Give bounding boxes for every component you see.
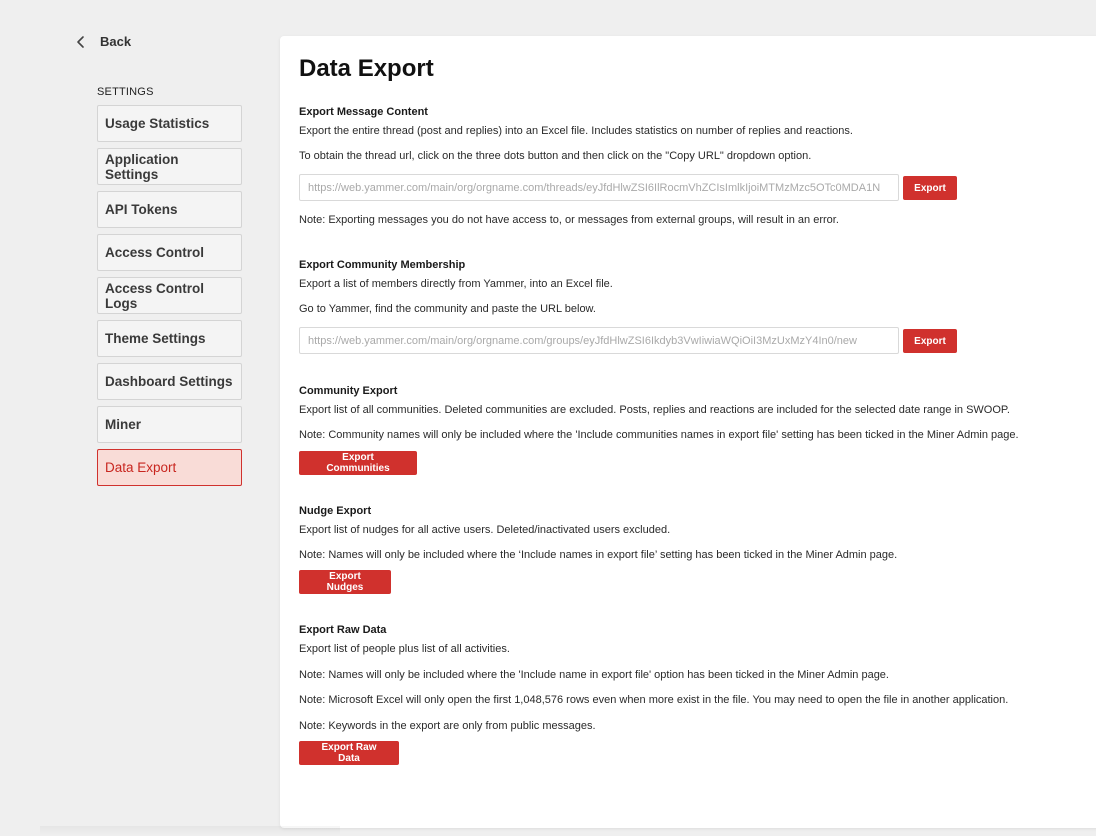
message-content-description: Export the entire thread (post and repli…: [299, 125, 853, 137]
raw-data-description: Export list of people plus list of all a…: [299, 643, 510, 655]
sidebar-item-theme-settings[interactable]: Theme Settings: [97, 320, 242, 357]
community-export-title: Community Export: [299, 385, 398, 397]
message-content-title: Export Message Content: [299, 106, 428, 118]
bottom-shadow: [40, 826, 340, 836]
sidebar-item-api-tokens[interactable]: API Tokens: [97, 191, 242, 228]
community-membership-instruction: Go to Yammer, find the community and pas…: [299, 303, 596, 315]
community-export-description: Export list of all communities. Deleted …: [299, 404, 1010, 416]
raw-data-title: Export Raw Data: [299, 624, 387, 636]
back-link[interactable]: Back: [76, 34, 131, 49]
sidebar-item-miner[interactable]: Miner: [97, 406, 242, 443]
export-communities-button[interactable]: Export Communities: [299, 451, 417, 475]
export-raw-data-button[interactable]: Export Raw Data: [299, 741, 399, 765]
raw-data-note-names: Note: Names will only be included where …: [299, 669, 889, 681]
sidebar-item-usage-statistics[interactable]: Usage Statistics: [97, 105, 242, 142]
message-content-note: Note: Exporting messages you do not have…: [299, 214, 839, 226]
export-message-button[interactable]: Export: [903, 176, 957, 200]
nudge-export-title: Nudge Export: [299, 505, 372, 517]
sidebar-item-dashboard-settings[interactable]: Dashboard Settings: [97, 363, 242, 400]
sidebar-item-data-export[interactable]: Data Export: [97, 449, 242, 486]
sidebar-item-access-control-logs[interactable]: Access Control Logs: [97, 277, 242, 314]
chevron-left-icon: [77, 35, 84, 48]
nudge-export-description: Export list of nudges for all active use…: [299, 524, 671, 536]
thread-url-input[interactable]: [299, 174, 899, 201]
community-membership-title: Export Community Membership: [299, 259, 466, 271]
settings-heading: SETTINGS: [97, 86, 154, 98]
community-export-note: Note: Community names will only be inclu…: [299, 429, 1019, 441]
sidebar-item-application-settings[interactable]: Application Settings: [97, 148, 242, 185]
community-url-input[interactable]: [299, 327, 899, 354]
data-export-panel: Data Export Export Message Content Expor…: [280, 36, 1096, 828]
community-membership-description: Export a list of members directly from Y…: [299, 278, 613, 290]
export-nudges-button[interactable]: Export Nudges: [299, 570, 391, 594]
export-membership-button[interactable]: Export: [903, 329, 957, 353]
raw-data-note-excel: Note: Microsoft Excel will only open the…: [299, 694, 1009, 706]
nudge-export-note: Note: Names will only be included where …: [299, 549, 898, 561]
raw-data-note-keywords: Note: Keywords in the export are only fr…: [299, 720, 596, 732]
settings-nav: Usage Statistics Application Settings AP…: [97, 105, 242, 492]
message-content-instruction: To obtain the thread url, click on the t…: [299, 150, 812, 162]
page-title: Data Export: [299, 55, 434, 82]
sidebar-item-access-control[interactable]: Access Control: [97, 234, 242, 271]
back-label: Back: [100, 34, 132, 49]
